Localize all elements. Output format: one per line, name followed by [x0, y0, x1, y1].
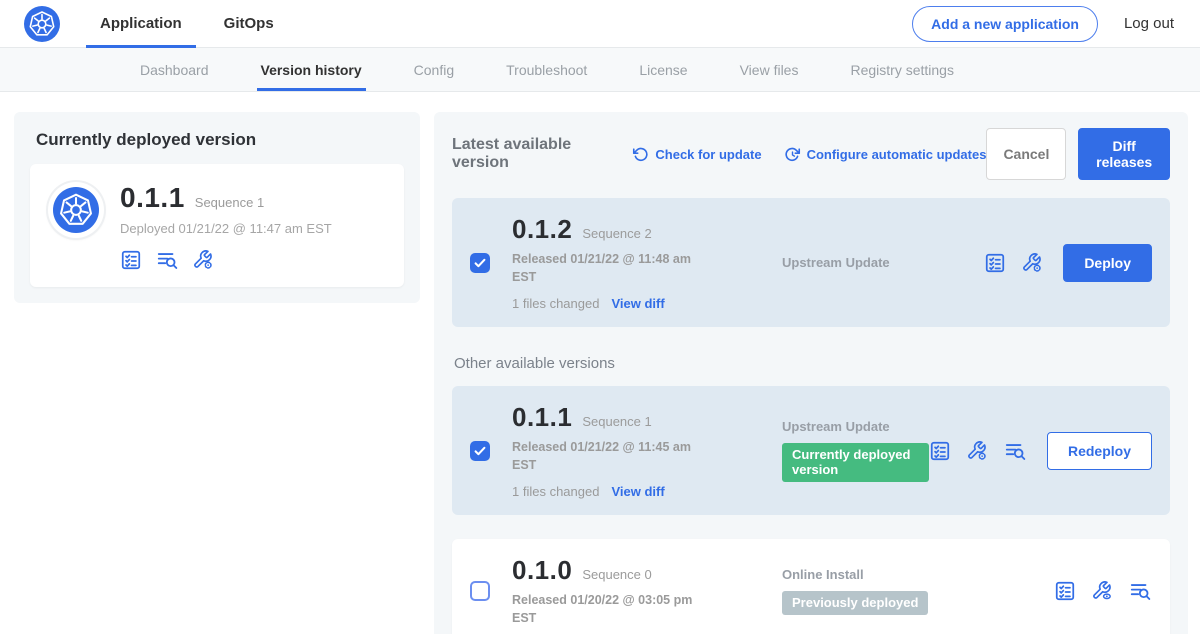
currently-deployed-title: Currently deployed version [36, 130, 404, 150]
diff-releases-button[interactable]: Diff releases [1078, 128, 1170, 180]
view-config-icon[interactable] [1091, 580, 1113, 602]
check-for-update-button[interactable]: Check for update [632, 146, 761, 163]
tab-troubleshoot[interactable]: Troubleshoot [506, 48, 587, 91]
view-diff-link[interactable]: View diff [611, 296, 664, 311]
edit-config-icon[interactable] [192, 249, 214, 271]
redeploy-button[interactable]: Redeploy [1047, 432, 1152, 470]
currently-deployed-panel: Currently deployed version 0.1.1 Sequenc… [14, 112, 420, 303]
release-row-0-1-0: 0.1.0 Sequence 0 Released 01/20/22 @ 03:… [452, 539, 1170, 634]
tab-registry-settings[interactable]: Registry settings [850, 48, 953, 91]
preflight-checklist-icon[interactable] [1054, 580, 1076, 602]
add-new-application-button[interactable]: Add a new application [912, 6, 1098, 42]
release-sequence: Sequence 2 [582, 226, 651, 241]
nav-tab-application[interactable]: Application [100, 0, 182, 47]
kubernetes-logo-icon [24, 6, 60, 42]
deployed-version-card: 0.1.1 Sequence 1 Deployed 01/21/22 @ 11:… [30, 164, 404, 287]
latest-available-title: Latest available version [452, 136, 610, 172]
release-row-0-1-2: 0.1.2 Sequence 2 Released 01/21/22 @ 11:… [452, 198, 1170, 327]
tab-version-history[interactable]: Version history [261, 48, 362, 91]
deployed-timestamp: Deployed 01/21/22 @ 11:47 am EST [120, 221, 332, 236]
edit-config-icon[interactable] [1021, 252, 1043, 274]
deployed-sequence-label: Sequence 1 [195, 195, 264, 210]
release-timestamp: Released 01/21/22 @ 11:48 am EST [512, 251, 710, 286]
tab-dashboard[interactable]: Dashboard [140, 48, 209, 91]
previously-deployed-badge: Previously deployed [782, 591, 928, 615]
view-files-icon[interactable] [155, 249, 179, 271]
release-sequence: Sequence 1 [582, 414, 651, 429]
currently-deployed-badge: Currently deployed version [782, 443, 929, 482]
tab-license[interactable]: License [639, 48, 687, 91]
app-sub-nav: Dashboard Version history Config Trouble… [0, 48, 1200, 92]
edit-config-icon[interactable] [966, 440, 988, 462]
preflight-checklist-icon[interactable] [984, 252, 1006, 274]
files-changed-label: 1 files changed [512, 296, 599, 311]
release-checkbox[interactable] [470, 441, 490, 461]
release-row-0-1-1: 0.1.1 Sequence 1 Released 01/21/22 @ 11:… [452, 386, 1170, 515]
preflight-checklist-icon[interactable] [929, 440, 951, 462]
release-checkbox[interactable] [470, 581, 490, 601]
deploy-button[interactable]: Deploy [1063, 244, 1152, 282]
release-source-label: Online Install [782, 567, 1054, 582]
clock-refresh-icon [784, 146, 801, 163]
preflight-checklist-icon[interactable] [120, 249, 142, 271]
top-nav-tabs: Application GitOps [100, 0, 274, 47]
release-version: 0.1.1 [512, 402, 572, 433]
top-nav: Application GitOps Add a new application… [0, 0, 1200, 48]
deployed-version-number: 0.1.1 [120, 182, 185, 214]
release-timestamp: Released 01/20/22 @ 03:05 pm EST [512, 592, 710, 627]
release-sequence: Sequence 0 [582, 567, 651, 582]
release-timestamp: Released 01/21/22 @ 11:45 am EST [512, 439, 710, 474]
release-checkbox[interactable] [470, 253, 490, 273]
release-source-label: Upstream Update [782, 419, 929, 434]
tab-view-files[interactable]: View files [740, 48, 799, 91]
view-diff-link[interactable]: View diff [611, 484, 664, 499]
logout-button[interactable]: Log out [1124, 15, 1174, 32]
view-files-icon[interactable] [1003, 440, 1027, 462]
view-files-icon[interactable] [1128, 580, 1152, 602]
files-changed-label: 1 files changed [512, 484, 599, 499]
version-history-panel: Latest available version Check for updat… [434, 112, 1188, 634]
other-versions-title: Other available versions [454, 355, 1170, 372]
configure-auto-updates-button[interactable]: Configure automatic updates [784, 146, 987, 163]
release-source-label: Upstream Update [782, 255, 984, 270]
cancel-button[interactable]: Cancel [986, 128, 1066, 180]
app-logo-icon [48, 182, 104, 238]
tab-config[interactable]: Config [414, 48, 454, 91]
nav-tab-gitops[interactable]: GitOps [224, 0, 274, 47]
release-version: 0.1.0 [512, 555, 572, 586]
release-version: 0.1.2 [512, 214, 572, 245]
refresh-icon [632, 146, 649, 163]
